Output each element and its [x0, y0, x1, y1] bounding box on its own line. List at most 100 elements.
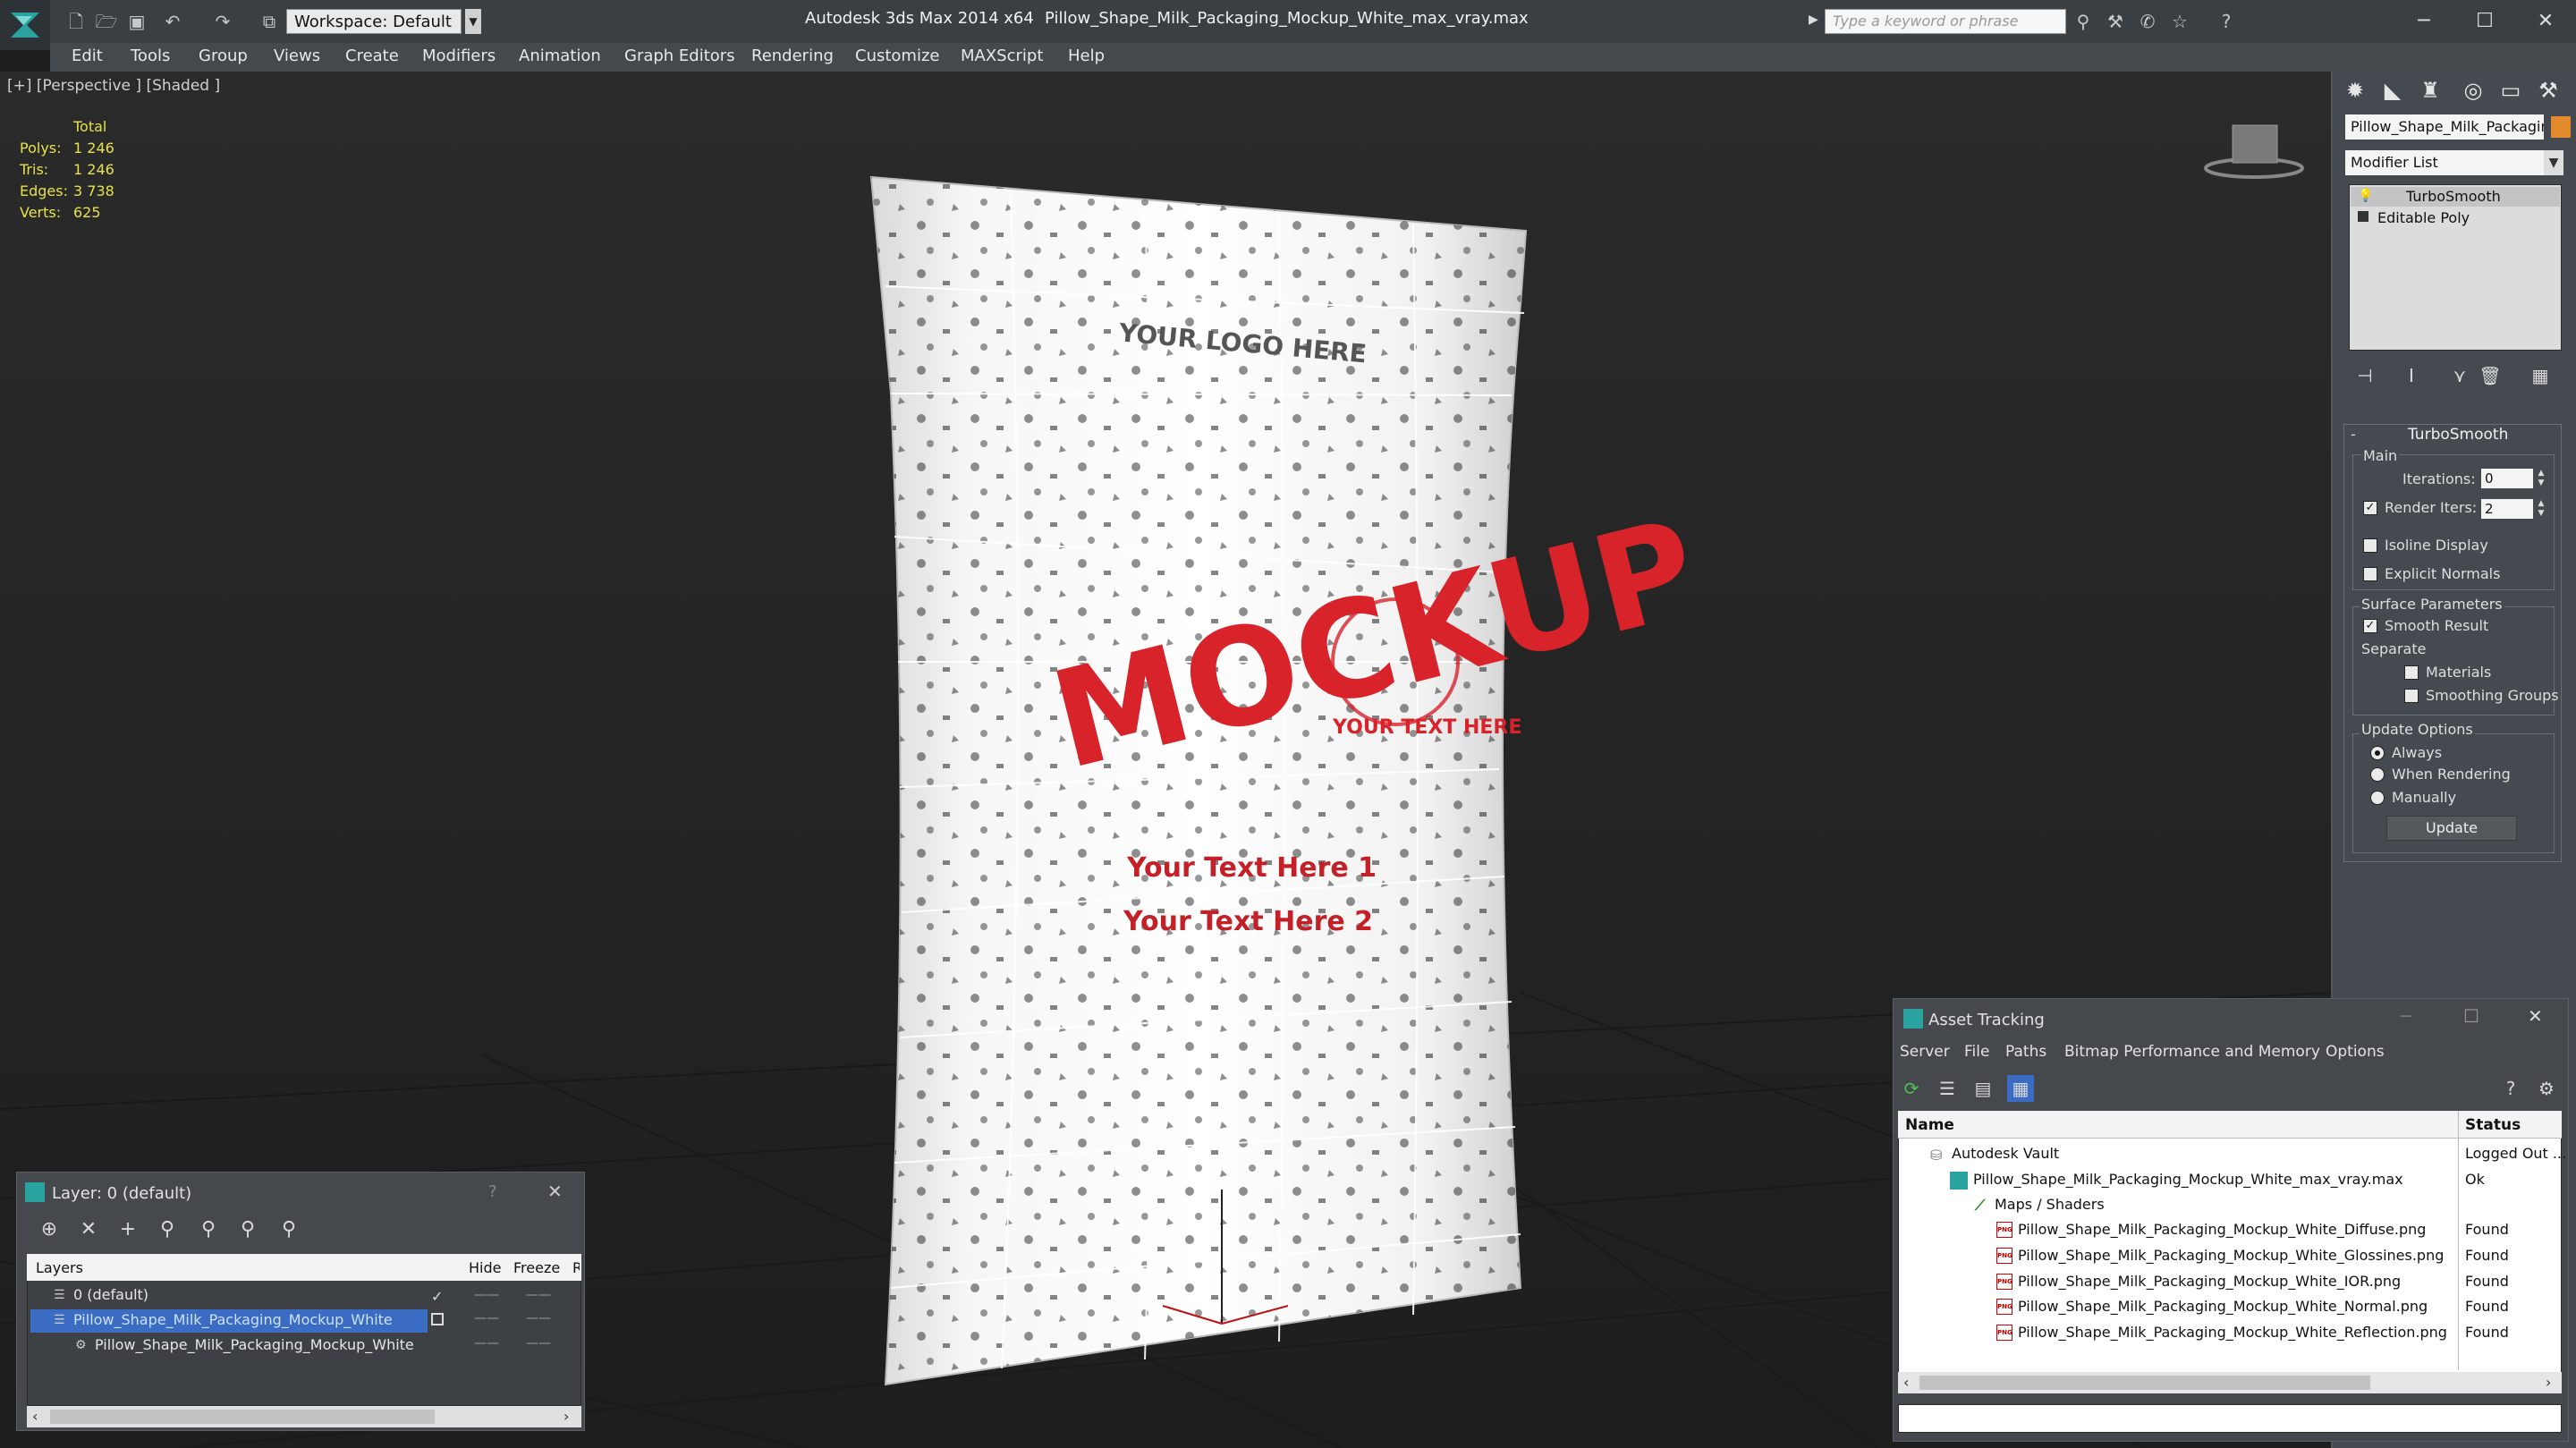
current-layer-check-icon[interactable]: ✓ [431, 1288, 443, 1305]
freeze-toggle[interactable]: —— [526, 1336, 551, 1351]
status-column-header[interactable]: Status [2465, 1116, 2521, 1134]
minimize-icon[interactable]: ─ [2397, 5, 2451, 38]
menu-customize[interactable]: Customize [855, 47, 939, 65]
menu-group[interactable]: Group [199, 47, 248, 65]
table-view-icon[interactable]: ▦ [2007, 1075, 2034, 1102]
scroll-left-icon[interactable]: ‹ [1903, 1374, 1909, 1391]
layer-window-title[interactable]: Layer: 0 (default) [52, 1184, 191, 1203]
stack-expand-icon[interactable] [2358, 211, 2368, 222]
favorites-icon[interactable]: ☆ [2168, 11, 2191, 32]
app-logo-icon[interactable] [0, 0, 50, 50]
asset-menu-bitmap[interactable]: Bitmap Performance and Memory [2064, 1043, 2320, 1061]
asset-menu-paths[interactable]: Paths [2005, 1043, 2046, 1061]
maximize-icon[interactable]: ☐ [2458, 5, 2512, 38]
search-input[interactable]: Type a keyword or phrase [1825, 9, 2066, 34]
layer-scrollbar-thumb[interactable] [50, 1410, 435, 1424]
lightbulb-icon[interactable]: 💡 [2358, 189, 2373, 203]
open-file-icon[interactable]: 🗁 [95, 11, 118, 32]
asset-row-texture[interactable]: Pillow_Shape_Milk_Packaging_Mockup_White… [2018, 1247, 2444, 1264]
display-tab-icon[interactable]: ▭ [2496, 75, 2526, 106]
viewport-label[interactable]: [+] [Perspective ] [Shaded ] [7, 77, 220, 95]
asset-window-title[interactable]: Asset Tracking [1928, 1011, 2045, 1029]
asset-menu-options[interactable]: Options [2326, 1043, 2385, 1061]
menu-edit[interactable]: Edit [72, 47, 103, 65]
menu-rendering[interactable]: Rendering [751, 47, 834, 65]
help-icon[interactable]: ? [2215, 11, 2238, 32]
menu-maxscript[interactable]: MAXScript [961, 47, 1043, 65]
set-current-layer-icon[interactable] [431, 1313, 444, 1325]
render-iters-checkbox[interactable]: ✓ [2363, 501, 2377, 515]
minimize-icon[interactable]: ─ [2401, 1005, 2411, 1027]
manually-radio[interactable] [2370, 791, 2385, 805]
search-expand-icon[interactable]: ▶ [1809, 13, 1818, 27]
hide-column-header[interactable]: Hide [469, 1259, 501, 1276]
render-iters-spinner[interactable]: 2 [2481, 499, 2533, 519]
asset-row-texture[interactable]: Pillow_Shape_Milk_Packaging_Mockup_White… [2018, 1298, 2428, 1315]
hide-toggle[interactable]: —— [474, 1288, 499, 1302]
hierarchy-tab-icon[interactable]: ♜ [2415, 75, 2445, 106]
close-icon[interactable]: ✕ [547, 1181, 563, 1202]
hide-toggle[interactable]: —— [474, 1336, 499, 1351]
modify-tab-icon[interactable]: ◣ [2377, 75, 2408, 106]
materials-checkbox[interactable] [2404, 665, 2419, 680]
chevron-down-icon[interactable]: ▼ [2544, 150, 2563, 175]
asset-row-texture[interactable]: Pillow_Shape_Milk_Packaging_Mockup_White… [2018, 1221, 2426, 1238]
delete-layer-icon[interactable]: ✕ [75, 1216, 102, 1243]
settings-icon[interactable]: ⚙ [2533, 1075, 2560, 1102]
render-column-header[interactable]: R [572, 1259, 580, 1276]
asset-menu-server[interactable]: Server [1900, 1043, 1950, 1061]
select-objects-icon[interactable]: ⚲ [154, 1216, 181, 1243]
configure-sets-icon[interactable]: ▦ [2528, 363, 2553, 388]
menu-modifiers[interactable]: Modifiers [422, 47, 496, 65]
scroll-right-icon[interactable]: › [2546, 1374, 2551, 1391]
show-end-result-icon[interactable]: Ⅰ [2399, 363, 2424, 388]
new-file-icon[interactable]: 🗋 [64, 11, 88, 32]
asset-menu-file[interactable]: File [1964, 1043, 1989, 1061]
freeze-toggle[interactable]: —— [526, 1311, 551, 1325]
freeze-all-icon[interactable]: ⚲ [275, 1216, 302, 1243]
undo-icon[interactable]: ↶ [161, 11, 184, 32]
rollout-title[interactable]: TurboSmooth [2408, 426, 2508, 444]
menu-tools[interactable]: Tools [131, 47, 170, 65]
scroll-right-icon[interactable]: › [564, 1408, 569, 1425]
rollout-collapse-icon[interactable]: - [2351, 426, 2356, 443]
layer-object-row[interactable]: Pillow_Shape_Milk_Packaging_Mockup_White [95, 1336, 414, 1353]
save-file-icon[interactable]: ▣ [125, 11, 148, 32]
smooth-result-checkbox[interactable]: ✓ [2363, 619, 2377, 633]
menu-help[interactable]: Help [1068, 47, 1105, 65]
workspace-dropdown[interactable]: Workspace: Default [286, 9, 462, 34]
create-tab-icon[interactable]: ✹ [2340, 75, 2370, 106]
stack-item-turbosmooth[interactable]: TurboSmooth [2406, 188, 2501, 205]
asset-row-texture[interactable]: Pillow_Shape_Milk_Packaging_Mockup_White… [2018, 1273, 2401, 1290]
menu-animation[interactable]: Animation [519, 47, 601, 65]
iterations-spinner[interactable]: 0 [2481, 469, 2533, 488]
name-column-header[interactable]: Name [1905, 1116, 1954, 1134]
utilities-tab-icon[interactable]: ⚒ [2533, 75, 2563, 106]
project-folder-icon[interactable]: ⧉ [258, 11, 281, 32]
layers-column-header[interactable]: Layers [36, 1259, 83, 1276]
hide-all-icon[interactable]: ⚲ [234, 1216, 261, 1243]
layer-row[interactable]: Pillow_Shape_Milk_Packaging_Mockup_White [73, 1311, 393, 1328]
asset-scrollbar-thumb[interactable] [1919, 1376, 2370, 1390]
add-to-layer-icon[interactable]: + [114, 1216, 141, 1243]
help-icon[interactable]: ? [2497, 1075, 2524, 1102]
highlight-layer-icon[interactable]: ⚲ [195, 1216, 222, 1243]
asset-row-texture[interactable]: Pillow_Shape_Milk_Packaging_Mockup_White… [2018, 1324, 2447, 1341]
menu-create[interactable]: Create [345, 47, 399, 65]
asset-row-maps[interactable]: Maps / Shaders [1995, 1196, 2105, 1213]
menu-views[interactable]: Views [274, 47, 320, 65]
close-icon[interactable]: ✕ [2528, 1005, 2543, 1027]
stack-item-editable-poly[interactable]: Editable Poly [2377, 209, 2470, 226]
detail-view-icon[interactable]: ▤ [1970, 1075, 1996, 1102]
close-icon[interactable]: ✕ [2519, 5, 2572, 38]
asset-row-scene[interactable]: Pillow_Shape_Milk_Packaging_Mockup_White… [1973, 1171, 2403, 1188]
asset-row-vault[interactable]: Autodesk Vault [1952, 1145, 2059, 1162]
freeze-column-header[interactable]: Freeze [513, 1259, 560, 1276]
motion-tab-icon[interactable]: ◎ [2458, 75, 2488, 106]
object-name-field[interactable]: Pillow_Shape_Milk_Packaging [2345, 114, 2544, 140]
freeze-toggle[interactable]: —— [526, 1288, 551, 1302]
pin-stack-icon[interactable]: ⊣ [2352, 363, 2377, 388]
help-icon[interactable]: ? [488, 1182, 497, 1201]
menu-graph-editors[interactable]: Graph Editors [624, 47, 735, 65]
binoculars-icon[interactable]: ⚲ [2072, 11, 2095, 32]
